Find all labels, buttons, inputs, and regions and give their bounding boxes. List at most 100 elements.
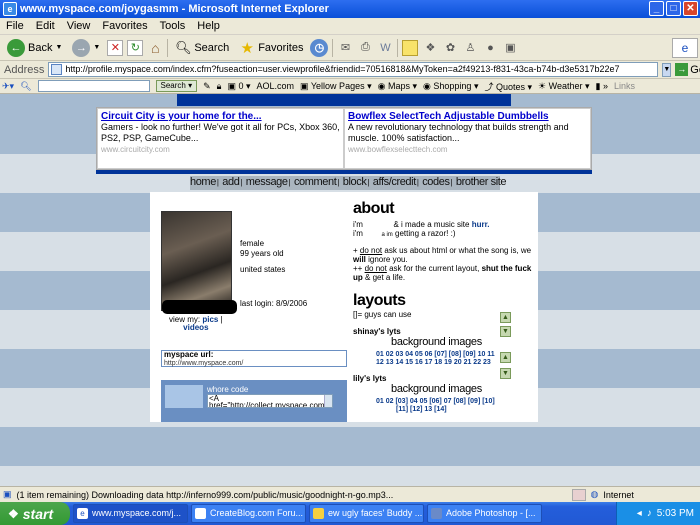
home-icon[interactable]: ⌂ — [147, 40, 163, 56]
address-url: http://profile.myspace.com/index.cfm?fus… — [65, 64, 620, 74]
notes-icon[interactable] — [402, 39, 419, 56]
whore-code-thumb — [165, 385, 203, 408]
scroll-down-icon[interactable]: ▼ — [500, 368, 511, 379]
ad-footer-bar — [96, 170, 592, 174]
windows-logo-icon: ❖ — [8, 506, 19, 521]
chat-icon[interactable]: ● — [482, 40, 498, 56]
start-button[interactable]: ❖ start — [0, 502, 70, 525]
nav-codes-link[interactable]: codes — [422, 176, 450, 188]
lily-bg-images-link[interactable]: background images — [391, 383, 533, 395]
myspace-url-box: myspace url: http://www.myspace.com/ — [161, 350, 347, 367]
nav-brother-site-link[interactable]: brother site — [456, 176, 507, 188]
taskbar-item-myspace[interactable]: e www.myspace.com/j... — [73, 504, 188, 523]
nav-comment-link[interactable]: comment — [294, 176, 337, 188]
right-column: about i'm & i made a music site hurr. i'… — [353, 192, 533, 414]
weather-link[interactable]: ☀ Weather ▾ — [538, 81, 589, 92]
scroll-up-icon[interactable]: ▲ — [500, 312, 511, 323]
rule-text: ask us about html or what the song is, w… — [384, 246, 532, 255]
forward-button[interactable]: → ▼ — [69, 37, 103, 59]
profile-gender: female — [240, 239, 265, 248]
menu-view[interactable]: View — [67, 20, 91, 32]
dropdown-arrow-icon[interactable]: ▼ — [93, 44, 100, 51]
buddy-icon — [313, 508, 324, 519]
status-bar: ▣ (1 item remaining) Downloading data ht… — [0, 486, 700, 502]
address-input[interactable]: http://profile.myspace.com/index.cfm?fus… — [48, 62, 659, 77]
toolbar-search-input[interactable] — [37, 80, 150, 92]
tray-icon[interactable]: ◂ — [637, 508, 642, 519]
menu-file[interactable]: File — [6, 20, 24, 32]
messenger-icon[interactable]: ❖ — [422, 40, 438, 56]
tray-icon[interactable]: ♪ — [647, 508, 652, 519]
nav-home-link[interactable]: home — [190, 176, 216, 188]
favorites-label: Favorites — [258, 41, 304, 54]
whore-code-textarea[interactable]: <A href="http://collect.myspace.com/i — [207, 394, 333, 408]
task-label: CreateBlog.com Foru... — [210, 508, 304, 518]
about-line-2: i'm a im getting a razor! :) — [353, 229, 533, 240]
rule-text: ++ — [353, 264, 363, 273]
myspace-url-value: http://www.myspace.com/ — [164, 360, 244, 367]
edit-icon[interactable]: W — [377, 40, 393, 56]
about-text: a im — [381, 232, 393, 238]
lily-layout-links[interactable]: [11] [12] 13 [14] — [396, 406, 533, 414]
lock-icon[interactable]: 🔒︎ — [217, 81, 222, 92]
rule-text: do not — [359, 246, 383, 255]
hurr-link[interactable]: hurr. — [472, 220, 490, 229]
shinay-bg-images-link[interactable]: background images — [391, 336, 533, 348]
textarea-scrollbar[interactable] — [324, 395, 332, 407]
about-text: i'm — [353, 220, 363, 229]
favorites-button[interactable]: ★ Favorites — [236, 37, 306, 59]
go-button[interactable]: → Go — [675, 63, 700, 76]
nav-block-link[interactable]: block — [343, 176, 367, 188]
taskbar-item-photoshop[interactable]: Adobe Photoshop - [... — [427, 504, 542, 523]
menu-help[interactable]: Help — [197, 20, 220, 32]
print-icon[interactable]: ⎙ — [357, 40, 373, 56]
page-icon — [51, 64, 63, 75]
flower-icon[interactable]: ✿ — [442, 40, 458, 56]
nav-message-link[interactable]: message — [246, 176, 288, 188]
ad-item[interactable]: Bowflex SelectTech Adjustable Dumbbells … — [344, 108, 591, 169]
menu-tools[interactable]: Tools — [160, 20, 186, 32]
taskbar-item-createblog[interactable]: CreateBlog.com Foru... — [191, 504, 306, 523]
scroll-down-icon[interactable]: ▼ — [500, 326, 511, 337]
pencil-icon[interactable]: ✎ — [203, 81, 211, 92]
back-button[interactable]: ← Back ▼ — [4, 37, 65, 59]
toolbar-search-button[interactable]: Search ▾ — [155, 80, 198, 92]
search-button[interactable]: 🔍︎ Search — [172, 37, 232, 59]
profile-photo[interactable] — [161, 211, 237, 314]
maps-link[interactable]: ◉ Maps ▾ — [378, 81, 417, 92]
taskbar-item-buddy[interactable]: ew ugly faces' Buddy ... — [309, 504, 424, 523]
lily-layout-links[interactable]: 01 02 [03] 04 05 [06] 07 [08] [09] [10] — [376, 398, 533, 406]
refresh-icon[interactable]: ↻ — [127, 39, 144, 56]
address-dropdown-icon[interactable]: ▼ — [662, 62, 672, 77]
minimize-button[interactable]: _ — [649, 1, 664, 16]
ad-url: www.circuitcity.com — [101, 145, 170, 154]
nav-add-link[interactable]: add — [222, 176, 240, 188]
close-button[interactable]: ✕ — [683, 1, 698, 16]
mail-icon[interactable]: ✉ — [337, 40, 353, 56]
person-icon[interactable]: ♙ — [462, 40, 478, 56]
ad-title-link[interactable]: Circuit City is your home for the... — [101, 111, 340, 122]
research-icon[interactable]: ▣ — [502, 40, 518, 56]
more-icon[interactable]: ▮ » — [596, 81, 608, 92]
dropdown-arrow-icon[interactable]: ▼ — [55, 44, 62, 51]
scroll-up-icon[interactable]: ▲ — [500, 352, 511, 363]
links-label[interactable]: Links — [614, 81, 635, 91]
yellow-pages-link[interactable]: ▣ Yellow Pages ▾ — [300, 81, 372, 92]
menu-edit[interactable]: Edit — [36, 20, 55, 32]
stop-icon[interactable]: ✕ — [107, 39, 124, 56]
internet-zone-icon: ◍ — [590, 489, 599, 499]
menu-favorites[interactable]: Favorites — [102, 20, 147, 32]
nav-affs-credit-link[interactable]: affs/credit — [373, 176, 416, 188]
maximize-button[interactable]: □ — [666, 1, 681, 16]
history-icon[interactable]: ◷ — [310, 38, 329, 57]
view-my-links: view my: pics | videos — [169, 315, 223, 332]
quotes-link[interactable]: ⤴ Quotes ▾ — [484, 80, 532, 93]
ad-item[interactable]: Circuit City is your home for the... Gam… — [97, 108, 344, 169]
profile-info: female 99 years old united states last l… — [240, 239, 307, 309]
ad-title-link[interactable]: Bowflex SelectTech Adjustable Dumbbells — [348, 111, 587, 122]
ad-url: www.bowflexselecttech.com — [348, 145, 448, 154]
shopping-link[interactable]: ◉ Shopping ▾ — [423, 81, 478, 92]
popup-blocker[interactable]: ▣ 0 ▾ — [227, 81, 250, 92]
videos-link[interactable]: videos — [183, 323, 208, 332]
aol-link[interactable]: AOL.com — [257, 81, 295, 91]
